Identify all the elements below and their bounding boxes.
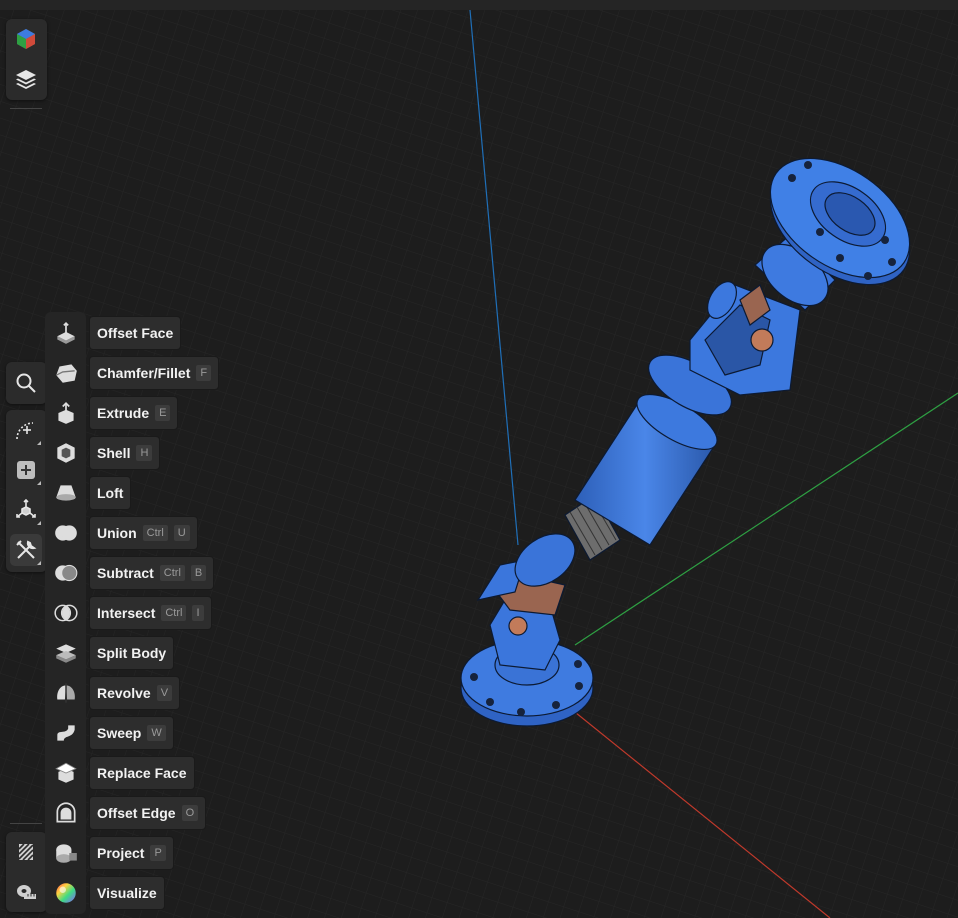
menu-item-label: Split Body: [97, 645, 167, 661]
replace-face-icon[interactable]: [50, 757, 82, 789]
shortcut-key: O: [181, 805, 199, 821]
menu-item-replace-face[interactable]: Replace Face: [90, 757, 194, 789]
menu-item-offset-edge[interactable]: Offset Edge O: [90, 797, 206, 829]
menu-item-label: Sweep: [97, 725, 142, 741]
loft-icon[interactable]: [50, 477, 82, 509]
subtract-icon[interactable]: [50, 557, 82, 589]
shortcut-key: I: [192, 605, 204, 621]
view-toolbar: [6, 19, 47, 100]
revolve-icon[interactable]: [50, 677, 82, 709]
menu-item-label: Loft: [97, 485, 124, 501]
toolbar-divider: [10, 823, 42, 824]
menu-item-intersect[interactable]: Intersect Ctrl I: [90, 597, 211, 629]
menu-item-label: Replace Face: [97, 765, 187, 781]
offset-face-icon[interactable]: [50, 317, 82, 349]
project-icon[interactable]: [50, 837, 82, 869]
measure-icon[interactable]: [10, 876, 42, 908]
toolbar-divider: [10, 108, 42, 109]
offset-edge-icon[interactable]: [50, 797, 82, 829]
shortcut-key: F: [196, 365, 212, 381]
menu-item-label: Visualize: [97, 885, 157, 901]
menu-item-visualize[interactable]: Visualize: [90, 877, 164, 909]
shortcut-key: E: [155, 405, 171, 421]
menu-item-shell[interactable]: Shell H: [90, 437, 160, 469]
menu-item-label: Extrude: [97, 405, 150, 421]
add-primitive-icon[interactable]: [10, 454, 42, 486]
menu-item-label: Revolve: [97, 685, 151, 701]
shortcut-key: U: [173, 525, 190, 541]
menu-item-offset-face[interactable]: Offset Face: [90, 317, 181, 349]
menu-item-subtract[interactable]: Subtract Ctrl B: [90, 557, 214, 589]
shortcut-key: H: [136, 445, 153, 461]
menu-item-label: Intersect: [97, 605, 156, 621]
visualize-icon[interactable]: [50, 877, 82, 909]
sweep-icon[interactable]: [50, 717, 82, 749]
cube-icon[interactable]: [10, 23, 42, 55]
section-view-icon[interactable]: [10, 836, 42, 868]
sketch-icon[interactable]: [10, 414, 42, 446]
menu-item-split-body[interactable]: Split Body: [90, 637, 174, 669]
shortcut-key: V: [156, 685, 173, 701]
intersect-icon[interactable]: [50, 597, 82, 629]
shortcut-key: W: [147, 725, 166, 741]
menu-item-label: Subtract: [97, 565, 154, 581]
menu-item-project[interactable]: Project P: [90, 837, 173, 869]
menu-item-chamfer-fillet[interactable]: Chamfer/Fillet F: [90, 357, 219, 389]
split-body-icon[interactable]: [50, 637, 82, 669]
shortcut-key: Ctrl: [142, 525, 168, 541]
menu-item-label: Offset Face: [97, 325, 174, 341]
shortcut-key: B: [190, 565, 207, 581]
menu-item-label: Chamfer/Fillet: [97, 365, 191, 381]
modeling-toolbar: [6, 410, 47, 572]
tools-icon[interactable]: [10, 534, 42, 566]
extrude-icon[interactable]: [50, 397, 82, 429]
transform-icon[interactable]: [10, 494, 42, 526]
top-bar: [0, 0, 958, 10]
analysis-toolbar: [6, 832, 47, 912]
menu-item-sweep[interactable]: Sweep W: [90, 717, 173, 749]
shell-icon[interactable]: [50, 437, 82, 469]
menu-item-label: Union: [97, 525, 137, 541]
shortcut-key: P: [150, 845, 166, 861]
menu-item-revolve[interactable]: Revolve V: [90, 677, 180, 709]
menu-item-label: Project: [97, 845, 145, 861]
shortcut-key: Ctrl: [161, 605, 187, 621]
menu-item-loft[interactable]: Loft: [90, 477, 131, 509]
menu-item-label: Shell: [97, 445, 131, 461]
layers-icon[interactable]: [10, 63, 42, 95]
union-icon[interactable]: [50, 517, 82, 549]
chamfer-fillet-icon[interactable]: [50, 357, 82, 389]
search-panel: [6, 362, 47, 404]
menu-item-label: Offset Edge: [97, 805, 176, 821]
menu-item-extrude[interactable]: Extrude E: [90, 397, 178, 429]
search-icon[interactable]: [10, 367, 42, 399]
shortcut-key: Ctrl: [159, 565, 185, 581]
menu-item-union[interactable]: Union Ctrl U: [90, 517, 197, 549]
